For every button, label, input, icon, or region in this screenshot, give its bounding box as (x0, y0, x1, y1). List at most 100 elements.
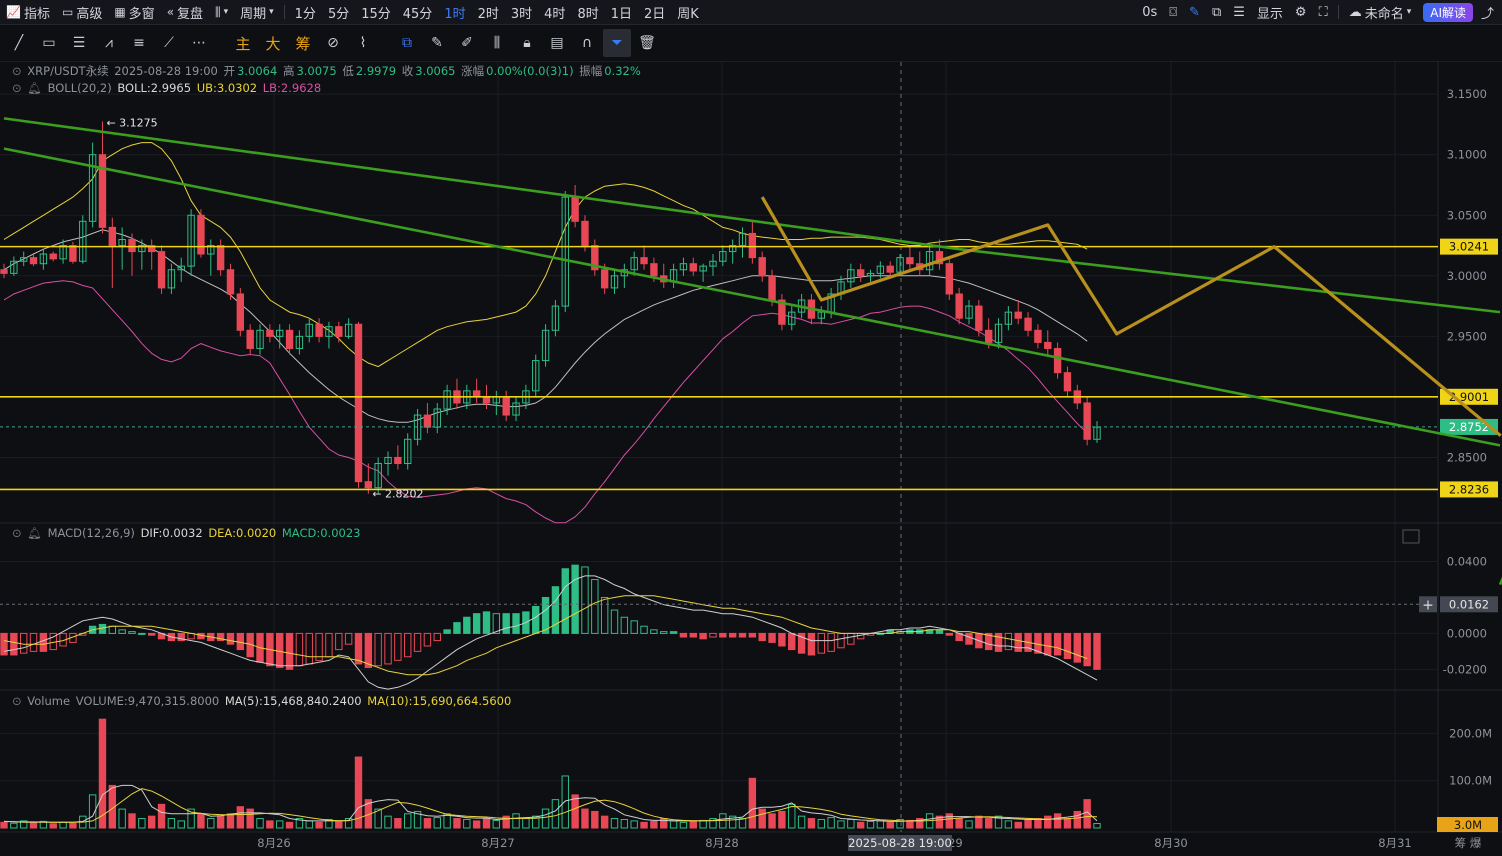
collapse-icon[interactable]: ⊙ (12, 694, 22, 708)
macd-hist-bar (827, 632, 835, 652)
chart-area[interactable]: 8月268月278月288月298月308月313.15003.10003.05… (0, 62, 1502, 856)
large-order-button[interactable]: 大 (259, 29, 287, 57)
macd-hist-bar (945, 632, 953, 636)
volume-bar (256, 818, 264, 829)
trend-line (958, 247, 1501, 314)
volume-bar (778, 810, 786, 829)
shape-icon[interactable]: ⧉ (393, 29, 421, 57)
trash-icon[interactable]: 🗑︎ (633, 29, 661, 57)
multi-window-button[interactable]: ▦ 多窗 (108, 0, 160, 24)
line-tool-icon[interactable]: ╱ (5, 29, 33, 57)
lock-icon[interactable]: 🔒︎ (513, 29, 541, 57)
marker-icon[interactable]: ✐ (453, 29, 481, 57)
time-label: 2025-08-28 19:00 (114, 64, 218, 78)
tab-period-9[interactable]: 1日 (605, 0, 638, 24)
x-tick-label: 8月31 (1378, 836, 1411, 850)
camera-icon[interactable]: ⌼ (1163, 0, 1183, 24)
tab-period-5[interactable]: 2时 (472, 0, 505, 24)
share-icon[interactable]: ⤴ (1479, 0, 1502, 24)
tab-period-0[interactable]: 1分 (289, 0, 322, 24)
tab-period-3[interactable]: 45分 (397, 0, 439, 24)
chips-button[interactable]: 筹 (289, 29, 317, 57)
boll-ub-value: UB:3.0302 (196, 81, 258, 95)
bell-icon[interactable]: 🔔︎ (27, 526, 42, 540)
indicator-button[interactable]: 📈 指标 (0, 0, 56, 24)
measure-icon[interactable]: ⊘ (319, 29, 347, 57)
macd-hist-bar (423, 632, 432, 647)
collapse-icon[interactable]: ⊙ (12, 526, 22, 540)
popout-icon[interactable]: ⧉ (1206, 0, 1227, 24)
volume-bar (216, 815, 225, 829)
bars-icon[interactable]: ⫼ (483, 29, 511, 57)
pen-icon[interactable]: ✎ (1183, 0, 1206, 24)
macd-hist-bar (138, 632, 146, 635)
candle-body (49, 253, 57, 260)
magnet-icon[interactable]: ∩ (573, 29, 601, 57)
expand-pane-icon[interactable] (1402, 529, 1420, 544)
gear-icon[interactable]: ⚙ (1289, 0, 1313, 24)
tab-period-1[interactable]: 5分 (322, 0, 355, 24)
ai-interpret-button[interactable]: AI解读 (1423, 2, 1473, 22)
macd-hist-bar (669, 631, 678, 634)
tab-period-2[interactable]: 15分 (355, 0, 397, 24)
macd-hist-bar (1093, 632, 1101, 670)
settings-list-icon[interactable]: ☰ (1227, 0, 1251, 24)
dif-value: DIF:0.0032 (140, 526, 203, 540)
macd-hist-bar (847, 632, 855, 645)
collapse-icon[interactable]: ⊙ (12, 64, 22, 78)
bell-icon[interactable]: 🔔︎ (27, 81, 42, 95)
template-icon[interactable]: ▤ (543, 29, 571, 57)
candle-body (758, 257, 766, 277)
macd-name: MACD(12,26,9) (47, 526, 135, 540)
candle-body (482, 396, 491, 404)
countdown-label: 0s (1142, 4, 1158, 20)
low-label: 低 (342, 64, 354, 78)
fib-tool-icon[interactable]: ⩘ (95, 29, 123, 57)
tab-period-4[interactable]: 1时 (438, 0, 471, 24)
tab-period-8[interactable]: 8时 (571, 0, 604, 24)
filter-icon[interactable]: ⏷ (603, 29, 631, 57)
volume-bar (817, 818, 825, 829)
volume-bar (512, 813, 520, 829)
volume-bar (59, 821, 67, 829)
advanced-button[interactable]: ▭ 高级 (56, 0, 108, 24)
replay-button[interactable]: «复盘 (161, 0, 209, 24)
candle-body (315, 323, 323, 337)
pencil-icon[interactable]: ✎ (423, 29, 451, 57)
macd-hist-bar (1044, 632, 1052, 656)
tab-period-6[interactable]: 3时 (505, 0, 538, 24)
period-tabs: 1分 5分 15分 45分 1时 2时 3时 4时 8时 1日 2日 周K (289, 0, 705, 24)
ray-tool-icon[interactable]: ⟋ (155, 29, 183, 57)
more-tools-icon[interactable]: ⋯ (185, 29, 213, 57)
collapse-icon[interactable]: ⊙ (12, 81, 22, 95)
macd-hist-bar (660, 631, 668, 634)
tab-period-11[interactable]: 周K (671, 0, 705, 24)
fullscreen-icon[interactable]: ⛶ (1313, 0, 1334, 24)
divider (1337, 5, 1339, 19)
volume-bar (1044, 815, 1052, 829)
y-tick-label: 3.0500 (1447, 208, 1487, 222)
volume-bar (167, 818, 176, 829)
macd-hist-bar (394, 632, 402, 661)
main-chart-button[interactable]: 主 (229, 29, 257, 57)
macd-hist-bar (778, 632, 786, 647)
parallel-tool-icon[interactable]: ☰ (65, 29, 93, 57)
brush-icon[interactable]: ⌇ (349, 29, 377, 57)
candle-body (0, 269, 8, 274)
layout-name-button[interactable]: ☁ 未命名 ▾ (1343, 0, 1418, 24)
tab-period-7[interactable]: 4时 (538, 0, 571, 24)
boll-name: BOLL(20,2) (47, 81, 112, 95)
x-tick-label: 8月28 (705, 836, 738, 850)
tab-period-10[interactable]: 2日 (638, 0, 671, 24)
rect-tool-icon[interactable]: ▭ (35, 29, 63, 57)
high-marker: ← 3.1275 (106, 116, 157, 129)
display-button[interactable]: 显示 (1251, 0, 1289, 24)
x-tick-label: 8月26 (257, 836, 290, 850)
macd-hist-bar (719, 632, 727, 638)
volume-bar (0, 821, 8, 829)
period-dropdown[interactable]: 周期 ▾ (234, 0, 280, 24)
candle-body (197, 214, 205, 255)
candle-type-dropdown[interactable]: ⫼ ▾ (209, 0, 234, 24)
hline-tool-icon[interactable]: ≡ (125, 29, 153, 57)
volume-bar (315, 821, 323, 829)
